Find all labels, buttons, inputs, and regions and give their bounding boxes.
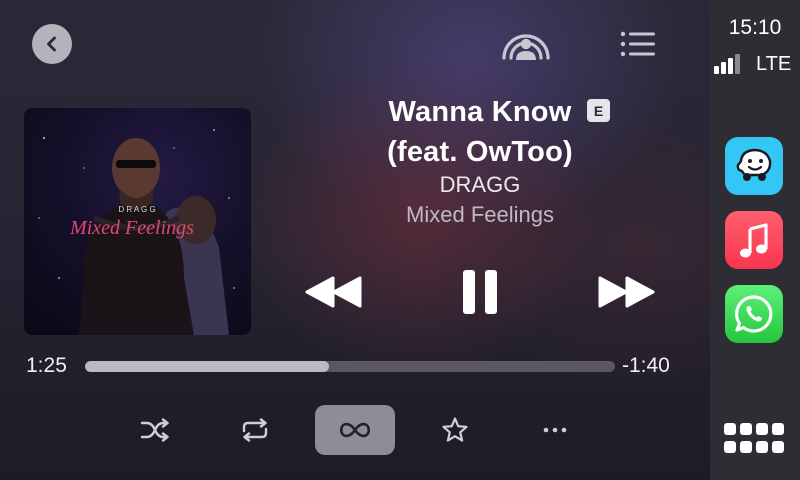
track-title-line-2: (feat. OwToo) xyxy=(387,136,573,168)
grid-icon xyxy=(724,423,784,453)
ellipsis-icon xyxy=(543,427,567,433)
music-app-icon[interactable] xyxy=(725,211,783,269)
waze-app-icon[interactable] xyxy=(725,137,783,195)
star-icon xyxy=(442,417,468,442)
progress-fill xyxy=(85,361,329,372)
artwork-album-text: Mixed Feelings xyxy=(69,217,194,239)
next-track-button[interactable] xyxy=(596,272,656,317)
artist-name[interactable]: DRAGG xyxy=(330,172,630,198)
now-playing-screen: D R A G G Mixed Feelings Wanna Know (fea… xyxy=(0,0,710,480)
whatsapp-app-icon[interactable] xyxy=(725,285,783,343)
progress-bar[interactable] xyxy=(85,361,615,372)
status-time: 15:10 xyxy=(728,16,782,39)
infinity-icon xyxy=(339,422,371,438)
broadcast-icon xyxy=(502,34,550,60)
previous-track-button[interactable] xyxy=(304,272,364,317)
cellular-status: LTE xyxy=(714,52,798,76)
autoplay-button[interactable] xyxy=(315,405,395,455)
repeat-icon xyxy=(242,418,268,442)
back-button[interactable] xyxy=(32,24,72,64)
waze-icon xyxy=(736,148,772,181)
pause-button[interactable] xyxy=(461,268,499,321)
listening-options-button[interactable] xyxy=(500,28,552,69)
app-grid-button[interactable] xyxy=(724,423,786,462)
explicit-badge: E xyxy=(587,99,610,122)
chevron-left-icon xyxy=(47,36,56,52)
forward-icon xyxy=(598,276,655,308)
music-note-icon xyxy=(740,223,768,258)
artwork-artist-text: D R A G G xyxy=(118,205,155,214)
list-icon xyxy=(620,31,655,57)
album-name[interactable]: Mixed Feelings xyxy=(330,202,630,228)
network-type: LTE xyxy=(756,52,792,75)
elapsed-time: 1:25 xyxy=(26,354,67,377)
backward-icon xyxy=(305,276,362,308)
pause-icon xyxy=(463,270,497,314)
signal-bars-icon xyxy=(714,54,740,74)
album-artwork: D R A G G Mixed Feelings xyxy=(24,108,251,335)
more-button[interactable] xyxy=(530,405,580,455)
whatsapp-icon xyxy=(735,295,773,333)
shuffle-icon xyxy=(140,418,169,442)
queue-button[interactable] xyxy=(620,30,656,63)
remaining-time: -1:40 xyxy=(622,354,670,377)
repeat-button[interactable] xyxy=(230,405,280,455)
favorite-button[interactable] xyxy=(430,405,480,455)
shuffle-button[interactable] xyxy=(130,405,180,455)
